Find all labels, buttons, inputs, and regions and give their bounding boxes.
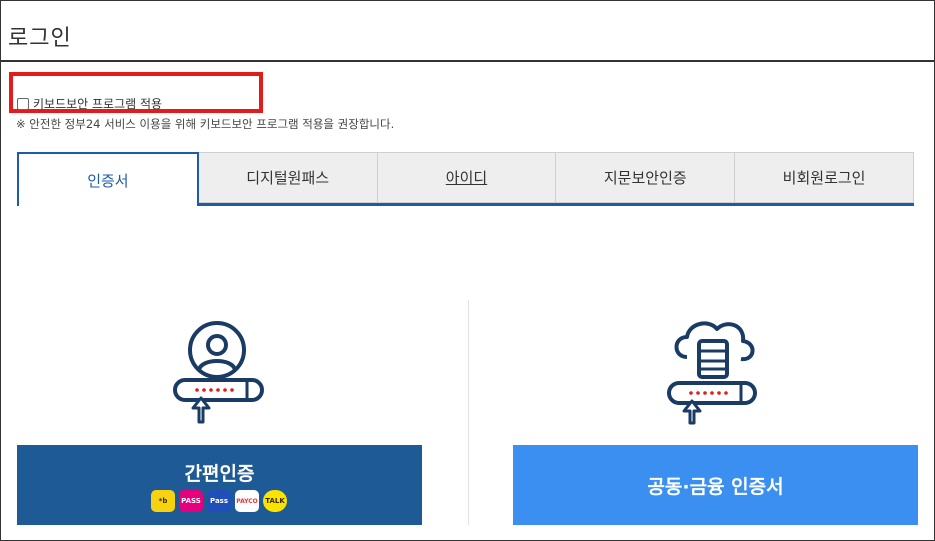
tab-certificate-label: 인증서 <box>87 171 129 190</box>
tab-non-member-label: 비회원로그인 <box>782 169 866 187</box>
user-password-icon <box>165 318 265 432</box>
simple-auth-providers: *b PASS Pass PAYCO TALK <box>151 490 287 512</box>
method-divider <box>468 300 469 525</box>
tab-id-label: 아이디 <box>445 169 488 187</box>
tab-fingerprint-label: 지문보안인증 <box>603 169 687 187</box>
security-notice: ※ 안전한 정부24 서비스 이용을 위해 키보드보안 프로그램 적용을 권장합… <box>16 117 395 131</box>
joint-cert-button[interactable]: 공동·금융 인증서 <box>513 445 918 525</box>
samsung-pass-icon: Pass <box>207 490 231 512</box>
talk-icon: TALK <box>263 490 287 512</box>
tab-digital-onepass-label: 디지털원패스 <box>246 169 330 187</box>
kakao-icon: *b <box>151 490 175 512</box>
page-title: 로그인 <box>8 26 72 51</box>
login-tabs: 인증서 디지털원패스 아이디 지문보안인증 비회원로그인 <box>17 152 914 206</box>
title-divider <box>0 60 935 62</box>
payco-icon: PAYCO <box>235 490 259 512</box>
keyboard-security-label: 키보드보안 프로그램 적용 <box>33 97 163 111</box>
keyboard-security-checkbox[interactable] <box>17 97 29 110</box>
simple-auth-label: 간편인증 <box>184 463 255 485</box>
joint-cert-label: 공동·금융 인증서 <box>647 475 784 498</box>
tab-certificate[interactable]: 인증서 <box>17 152 199 206</box>
tab-fingerprint[interactable]: 지문보안인증 <box>556 152 736 203</box>
keyboard-security-option[interactable]: 키보드보안 프로그램 적용 <box>17 95 162 112</box>
tab-non-member[interactable]: 비회원로그인 <box>735 152 914 203</box>
pass-icon: PASS <box>179 490 203 512</box>
tab-digital-onepass[interactable]: 디지털원패스 <box>198 152 378 203</box>
cloud-server-password-icon <box>665 315 765 431</box>
tab-id[interactable]: 아이디 <box>377 152 557 203</box>
simple-auth-button[interactable]: 간편인증 *b PASS Pass PAYCO TALK <box>17 445 422 525</box>
